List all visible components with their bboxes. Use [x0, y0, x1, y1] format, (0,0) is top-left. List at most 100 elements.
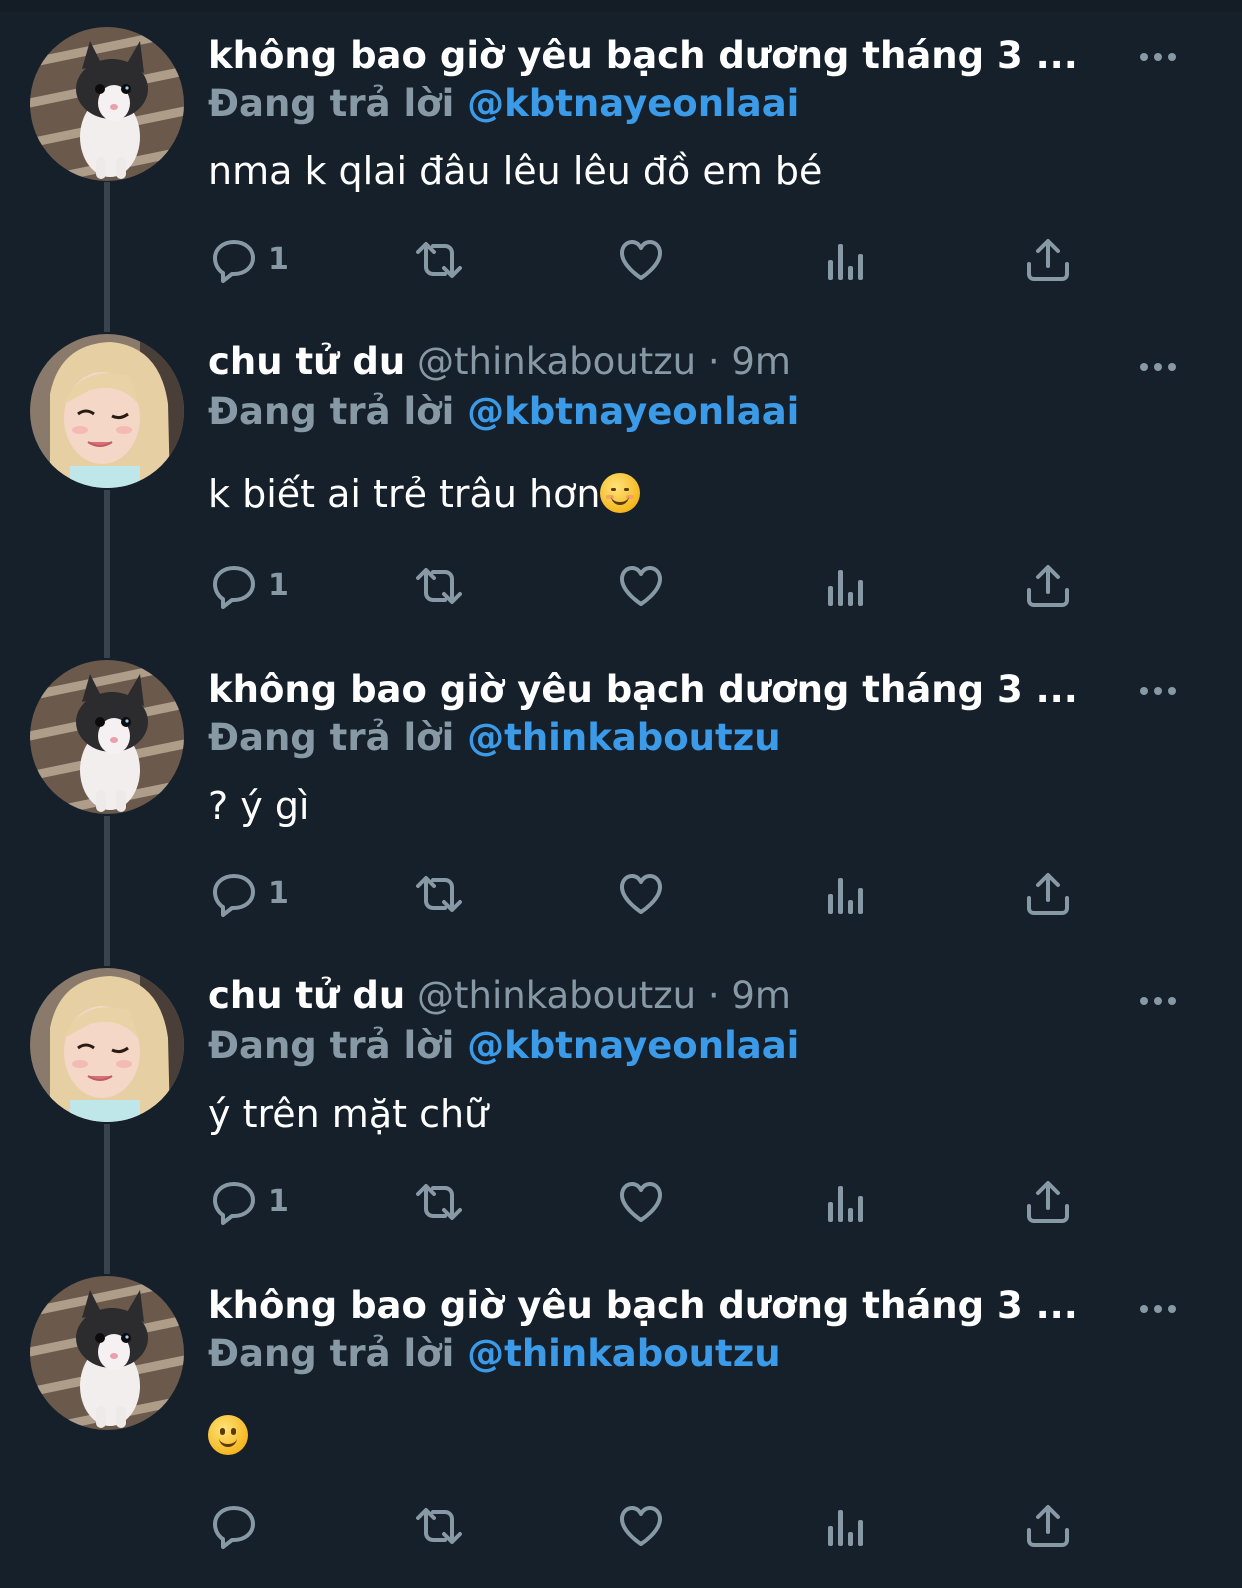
reply-icon: [213, 1506, 255, 1549]
display-name[interactable]: chu tử du: [208, 974, 405, 1017]
like-icon: [620, 566, 662, 606]
display-name[interactable]: chu tử du: [208, 340, 405, 383]
reply-icon: [213, 240, 255, 283]
handle-and-time[interactable]: @thinkaboutzu · 9m: [417, 974, 791, 1017]
replying-to: Đang trả lời @thinkaboutzu: [208, 1328, 781, 1380]
reply-icon: [213, 566, 255, 609]
analytics-icon: [828, 244, 863, 280]
analytics-button[interactable]: [824, 556, 868, 616]
tweet-text: k biết ai trẻ trâu hơn: [208, 466, 641, 522]
girl-avatar[interactable]: [30, 334, 184, 488]
tweet[interactable]: chu tử du @thinkaboutzu · 9m Đang trả lờ…: [0, 310, 1242, 636]
share-icon: [1027, 565, 1069, 607]
analytics-button[interactable]: [824, 1496, 868, 1556]
tweet-header: không bao giờ yêu bạch dương tháng 3 ...: [208, 30, 1128, 82]
tweet-header: chu tử du @thinkaboutzu · 9m: [208, 970, 1128, 1022]
display-name[interactable]: không bao giờ yêu bạch dương tháng 3 ...: [208, 34, 1078, 77]
reply-button[interactable]: [210, 1496, 258, 1556]
tweet-text-content: ý trên mặt chữ: [208, 1092, 489, 1136]
retweet-icon: [416, 568, 462, 604]
like-icon: [620, 874, 662, 914]
tweet[interactable]: không bao giờ yêu bạch dương tháng 3 ...…: [0, 636, 1242, 944]
cat-avatar[interactable]: [30, 27, 184, 181]
analytics-button[interactable]: [824, 1172, 868, 1232]
retweet-icon: [416, 1184, 462, 1220]
tweet[interactable]: chu tử du @thinkaboutzu · 9m Đang trả lờ…: [0, 944, 1242, 1252]
share-icon: [1027, 1181, 1069, 1223]
reply-button[interactable]: 1: [210, 1172, 289, 1232]
retweet-button[interactable]: [412, 556, 466, 616]
retweet-button[interactable]: [412, 230, 466, 290]
reply-icon: [213, 1182, 255, 1225]
mention-link[interactable]: @kbtnayeonlaai: [467, 1024, 799, 1067]
like-button[interactable]: [617, 864, 665, 924]
tweet-text-content: ? ý gì: [208, 784, 310, 828]
reply-count: 1: [268, 876, 289, 911]
more-icon[interactable]: [1140, 1298, 1190, 1318]
analytics-icon: [828, 570, 863, 606]
replying-to: Đang trả lời @kbtnayeonlaai: [208, 386, 799, 438]
retweet-icon: [416, 876, 462, 912]
like-button[interactable]: [617, 230, 665, 290]
replying-label: Đang trả lời: [208, 390, 455, 433]
more-icon[interactable]: [1140, 990, 1190, 1010]
retweet-icon: [416, 242, 462, 278]
tweet-text: [208, 1408, 248, 1464]
replying-label: Đang trả lời: [208, 82, 455, 125]
tweet-actions: [0, 1496, 1242, 1556]
tweet-text: ý trên mặt chữ: [208, 1086, 488, 1142]
tweet-header: chu tử du @thinkaboutzu · 9m: [208, 336, 1128, 388]
share-button[interactable]: [1024, 1496, 1072, 1556]
tweet-actions: 1: [0, 556, 1242, 616]
share-icon: [1027, 1505, 1069, 1547]
handle-and-time[interactable]: @thinkaboutzu · 9m: [417, 340, 791, 383]
tweet-header: không bao giờ yêu bạch dương tháng 3 ...: [208, 664, 1128, 716]
tweet[interactable]: không bao giờ yêu bạch dương tháng 3 ...…: [0, 1252, 1242, 1588]
replying-to: Đang trả lời @thinkaboutzu: [208, 712, 781, 764]
analytics-icon: [828, 1510, 863, 1546]
replying-to: Đang trả lời @kbtnayeonlaai: [208, 1020, 799, 1072]
more-icon[interactable]: [1140, 356, 1190, 376]
slightly-smiling-face-emoji: [208, 1415, 248, 1455]
mention-link[interactable]: @kbtnayeonlaai: [467, 390, 799, 433]
tweet-actions: 1: [0, 230, 1242, 290]
like-button[interactable]: [617, 1172, 665, 1232]
mention-link[interactable]: @kbtnayeonlaai: [467, 82, 799, 125]
reply-count: 1: [268, 1184, 289, 1219]
retweet-button[interactable]: [412, 864, 466, 924]
like-button[interactable]: [617, 1496, 665, 1556]
share-button[interactable]: [1024, 556, 1072, 616]
retweet-icon: [416, 1508, 462, 1544]
tweet-text-content: nma k qlai đâu lêu lêu đồ em bé: [208, 149, 823, 193]
share-icon: [1027, 239, 1069, 281]
reply-button[interactable]: 1: [210, 230, 289, 290]
tweet-text: nma k qlai đâu lêu lêu đồ em bé: [208, 143, 822, 199]
tweet-actions: 1: [0, 1172, 1242, 1232]
reply-button[interactable]: 1: [210, 556, 289, 616]
retweet-button[interactable]: [412, 1172, 466, 1232]
reply-button[interactable]: 1: [210, 864, 289, 924]
replying-label: Đang trả lời: [208, 1024, 455, 1067]
share-button[interactable]: [1024, 1172, 1072, 1232]
more-icon[interactable]: [1140, 680, 1190, 700]
retweet-button[interactable]: [412, 1496, 466, 1556]
mention-link[interactable]: @thinkaboutzu: [467, 716, 780, 759]
like-icon: [620, 1506, 662, 1546]
analytics-icon: [828, 1186, 863, 1222]
tweet[interactable]: không bao giờ yêu bạch dương tháng 3 ...…: [0, 0, 1242, 310]
analytics-button[interactable]: [824, 864, 868, 924]
like-button[interactable]: [617, 556, 665, 616]
share-button[interactable]: [1024, 230, 1072, 290]
like-icon: [620, 240, 662, 280]
cat-avatar[interactable]: [30, 660, 184, 814]
more-icon[interactable]: [1140, 46, 1190, 66]
tweet-actions: 1: [0, 864, 1242, 924]
display-name[interactable]: không bao giờ yêu bạch dương tháng 3 ...: [208, 668, 1078, 711]
cat-avatar[interactable]: [30, 1276, 184, 1430]
tweet-text-content: k biết ai trẻ trâu hơn: [208, 472, 601, 516]
analytics-button[interactable]: [824, 230, 868, 290]
display-name[interactable]: không bao giờ yêu bạch dương tháng 3 ...: [208, 1284, 1078, 1327]
mention-link[interactable]: @thinkaboutzu: [467, 1332, 780, 1375]
share-button[interactable]: [1024, 864, 1072, 924]
girl-avatar[interactable]: [30, 968, 184, 1122]
